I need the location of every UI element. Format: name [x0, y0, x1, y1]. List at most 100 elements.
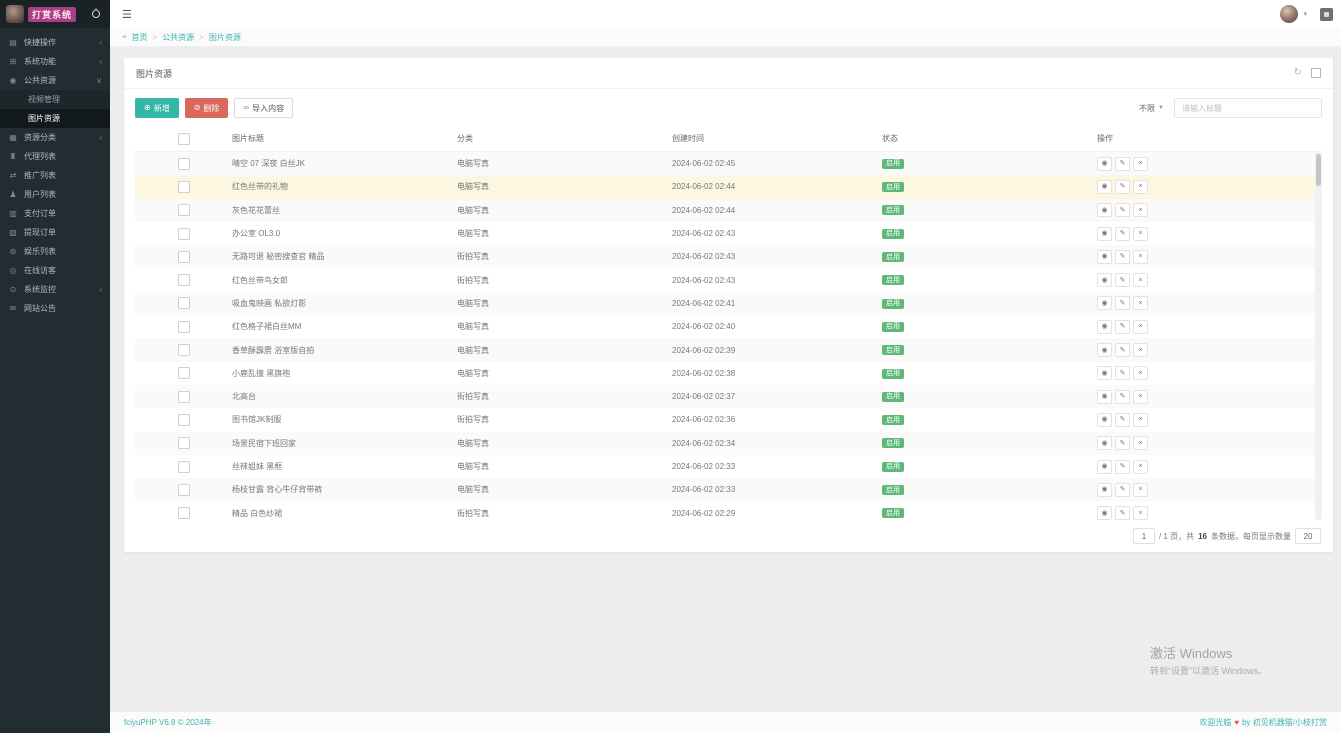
- table-row[interactable]: 图书馆JK制服 街拍写真 2024-06-02 02:36 启用 ◉ ✎ ×: [135, 408, 1322, 431]
- table-row[interactable]: 红色格子裙白丝MM 电脑写真 2024-06-02 02:40 启用 ◉ ✎ ×: [135, 315, 1322, 338]
- row-checkbox[interactable]: [177, 367, 190, 380]
- refresh-icon[interactable]: ↻: [1294, 68, 1302, 78]
- table-scrollbar[interactable]: [1315, 152, 1322, 520]
- select-all-checkbox[interactable]: [177, 132, 190, 145]
- row-checkbox[interactable]: [177, 390, 190, 403]
- theme-button[interactable]: [1320, 7, 1333, 21]
- edit-button[interactable]: ✎: [1115, 319, 1130, 334]
- chevron-down-icon[interactable]: ▾: [1303, 10, 1307, 18]
- delete-row-button[interactable]: ×: [1133, 366, 1148, 381]
- view-button[interactable]: ◉: [1097, 343, 1112, 358]
- delete-row-button[interactable]: ×: [1133, 226, 1148, 241]
- view-button[interactable]: ◉: [1097, 296, 1112, 311]
- edit-button[interactable]: ✎: [1115, 366, 1130, 381]
- table-row[interactable]: 场景民宿下班回家 电脑写真 2024-06-02 02:34 启用 ◉ ✎ ×: [135, 431, 1322, 455]
- delete-row-button[interactable]: ×: [1133, 343, 1148, 358]
- table-row[interactable]: 精品 白色纱裙 街拍写真 2024-06-02 02:29 启用 ◉ ✎ ×: [135, 501, 1322, 524]
- view-button[interactable]: ◉: [1097, 366, 1112, 381]
- row-checkbox[interactable]: [177, 437, 190, 450]
- search-input[interactable]: [1174, 98, 1322, 118]
- edit-button[interactable]: ✎: [1115, 179, 1130, 194]
- view-button[interactable]: ◉: [1097, 179, 1112, 194]
- edit-button[interactable]: ✎: [1115, 249, 1130, 264]
- filter-dropdown[interactable]: 不限 ▼: [1139, 103, 1164, 114]
- edit-button[interactable]: ✎: [1115, 482, 1130, 497]
- view-button[interactable]: ◉: [1097, 319, 1112, 334]
- hamburger-icon[interactable]: ☰: [110, 8, 144, 21]
- table-row[interactable]: 丝袜姐妹 黑框 电脑写真 2024-06-02 02:33 启用 ◉ ✎ ×: [135, 455, 1322, 478]
- edit-button[interactable]: ✎: [1115, 273, 1130, 288]
- sidebar-item-9[interactable]: ⊛ 娱乐列表: [0, 242, 110, 261]
- sidebar-item-3[interactable]: ▦ 资源分类 ‹: [0, 128, 110, 147]
- delete-button[interactable]: ⊘ 删除: [184, 98, 229, 118]
- view-button[interactable]: ◉: [1097, 156, 1112, 171]
- delete-row-button[interactable]: ×: [1133, 459, 1148, 474]
- delete-row-button[interactable]: ×: [1133, 506, 1148, 521]
- table-row[interactable]: 红色丝带的礼物 电脑写真 2024-06-02 02:44 启用 ◉ ✎ ×: [135, 175, 1322, 199]
- sidebar-item-10[interactable]: ◎ 在线访客: [0, 261, 110, 280]
- per-page-input[interactable]: [1295, 528, 1321, 544]
- view-button[interactable]: ◉: [1097, 506, 1112, 521]
- row-checkbox[interactable]: [177, 250, 190, 263]
- delete-row-button[interactable]: ×: [1133, 389, 1148, 404]
- row-checkbox[interactable]: [177, 204, 190, 217]
- table-row[interactable]: 灰色花花蕾丝 电脑写真 2024-06-02 02:44 启用 ◉ ✎ ×: [135, 198, 1322, 222]
- edit-button[interactable]: ✎: [1115, 156, 1130, 171]
- delete-row-button[interactable]: ×: [1133, 412, 1148, 427]
- table-row[interactable]: 晴空 07 深夜 白丝JK 电脑写真 2024-06-02 02:45 启用 ◉ ✎ ×: [135, 152, 1322, 176]
- table-row[interactable]: 香草酥霹雳 浴室版自拍 电脑写真 2024-06-02 02:39 启用 ◉ ✎ ×: [135, 338, 1322, 362]
- edit-button[interactable]: ✎: [1115, 436, 1130, 451]
- page-number-input[interactable]: [1132, 528, 1155, 544]
- sidebar-item-11[interactable]: ⊙ 系统监控 ‹: [0, 280, 110, 299]
- row-checkbox[interactable]: [177, 483, 190, 496]
- row-checkbox[interactable]: [177, 180, 190, 193]
- add-button[interactable]: ⊕ 新增: [135, 98, 179, 118]
- row-checkbox[interactable]: [177, 507, 190, 520]
- table-row[interactable]: 北高台 街拍写真 2024-06-02 02:37 启用 ◉ ✎ ×: [135, 384, 1322, 409]
- edit-button[interactable]: ✎: [1115, 506, 1130, 521]
- sidebar-subitem-1[interactable]: 图片资源: [0, 109, 110, 128]
- view-button[interactable]: ◉: [1097, 273, 1112, 288]
- delete-row-button[interactable]: ×: [1133, 203, 1148, 218]
- edit-button[interactable]: ✎: [1115, 203, 1130, 218]
- sidebar-item-4[interactable]: ♜ 代理列表: [0, 147, 110, 166]
- import-button[interactable]: ∞ 导入内容: [234, 98, 294, 118]
- view-button[interactable]: ◉: [1097, 203, 1112, 218]
- edit-button[interactable]: ✎: [1115, 459, 1130, 474]
- app-logo[interactable]: 打赏系统: [0, 0, 110, 28]
- table-row[interactable]: 红色丝带鸟女郎 街拍写真 2024-06-02 02:43 启用 ◉ ✎ ×: [135, 268, 1322, 291]
- row-checkbox[interactable]: [177, 227, 190, 240]
- row-checkbox[interactable]: [177, 460, 190, 473]
- view-button[interactable]: ◉: [1097, 436, 1112, 451]
- sidebar-item-2[interactable]: ◉ 公共资源 ∨: [0, 71, 110, 90]
- delete-row-button[interactable]: ×: [1133, 179, 1148, 194]
- user-avatar[interactable]: [1280, 5, 1299, 23]
- edit-button[interactable]: ✎: [1115, 296, 1130, 311]
- sidebar-item-5[interactable]: ⇄ 推广列表: [0, 166, 110, 185]
- view-button[interactable]: ◉: [1097, 226, 1112, 241]
- edit-button[interactable]: ✎: [1115, 389, 1130, 404]
- sidebar-item-1[interactable]: ⊞ 系统功能 ‹: [0, 52, 110, 71]
- view-button[interactable]: ◉: [1097, 482, 1112, 497]
- edit-button[interactable]: ✎: [1115, 343, 1130, 358]
- delete-row-button[interactable]: ×: [1133, 319, 1148, 334]
- delete-row-button[interactable]: ×: [1133, 249, 1148, 264]
- sidebar-item-8[interactable]: ▧ 提现订单: [0, 223, 110, 242]
- sidebar-item-7[interactable]: ▥ 支付订单: [0, 204, 110, 223]
- delete-row-button[interactable]: ×: [1133, 436, 1148, 451]
- edit-button[interactable]: ✎: [1115, 226, 1130, 241]
- scrollbar-thumb[interactable]: [1316, 154, 1321, 186]
- sidebar-subitem-0[interactable]: 视频管理: [0, 90, 110, 109]
- sidebar-item-0[interactable]: ▤ 快捷操作 ‹: [0, 33, 110, 52]
- row-checkbox[interactable]: [177, 157, 190, 170]
- row-checkbox[interactable]: [177, 344, 190, 357]
- sidebar-item-6[interactable]: ♟ 用户列表: [0, 185, 110, 204]
- row-checkbox[interactable]: [177, 413, 190, 426]
- table-row[interactable]: 杨枝甘露 背心牛仔背带裤 电脑写真 2024-06-02 02:33 启用 ◉ ✎ ×: [135, 478, 1322, 502]
- table-row[interactable]: 办公室 OL3.0 电脑写真 2024-06-02 02:43 启用 ◉ ✎ ×: [135, 222, 1322, 245]
- table-row[interactable]: 吸血鬼映画 私欲灯影 电脑写真 2024-06-02 02:41 启用 ◉ ✎ ×: [135, 291, 1322, 316]
- breadcrumb-current[interactable]: 图片资源: [209, 32, 241, 43]
- view-button[interactable]: ◉: [1097, 412, 1112, 427]
- delete-row-button[interactable]: ×: [1133, 482, 1148, 497]
- delete-row-button[interactable]: ×: [1133, 273, 1148, 288]
